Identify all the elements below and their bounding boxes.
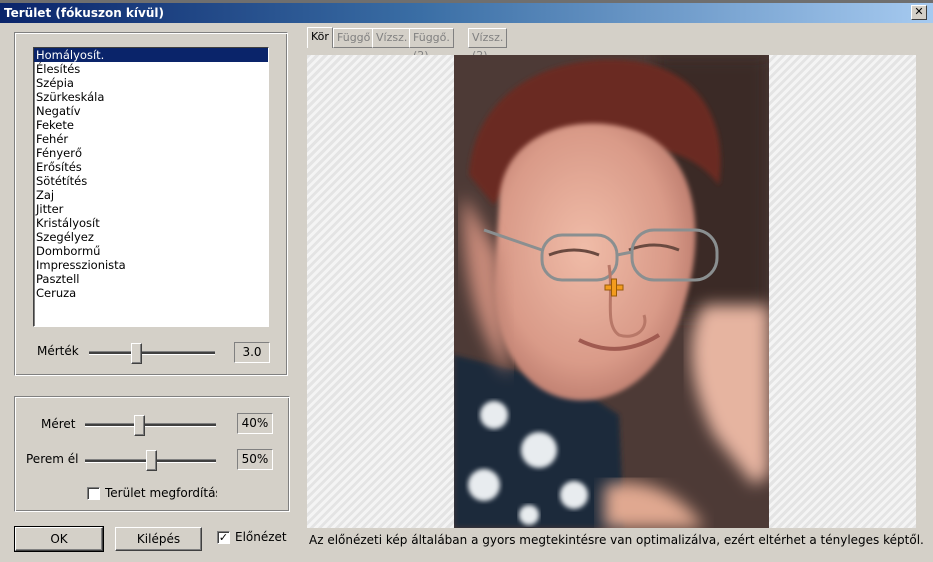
effect-list-item[interactable]: Fekete — [34, 118, 268, 132]
effect-list-item[interactable]: Szegélyez — [34, 230, 268, 244]
tab-vertical-2[interactable]: Függő.(2) — [409, 28, 454, 62]
amount-label: Mérték — [37, 344, 79, 358]
tab-circle[interactable]: Kör — [307, 27, 333, 48]
effect-list-item[interactable]: Szürkeskála — [34, 90, 268, 104]
size-label: Méret — [41, 417, 76, 431]
effect-list-item[interactable]: Kristályosít — [34, 216, 268, 230]
close-icon: ✕ — [914, 5, 924, 18]
edge-value: 50% — [237, 449, 273, 470]
effect-list-item[interactable]: Élesítés — [34, 62, 268, 76]
effect-list-item[interactable]: Erősítés — [34, 160, 268, 174]
effect-list-item[interactable]: Fényerő — [34, 146, 268, 160]
preview-photo — [454, 55, 769, 528]
tab-vertical[interactable]: Függő — [333, 28, 375, 48]
invert-area-label[interactable]: Terület megfordítása — [105, 486, 217, 500]
exit-button[interactable]: Kilépés — [115, 527, 202, 551]
effect-list-item[interactable]: Pasztell — [34, 272, 268, 286]
effect-list-item[interactable]: Homályosít. — [34, 48, 268, 62]
effect-list-item[interactable]: Impresszionista — [34, 258, 268, 272]
effect-list-item[interactable]: Jitter — [34, 202, 268, 216]
effect-list-item[interactable]: Fehér — [34, 132, 268, 146]
portrait-image — [454, 55, 769, 528]
title-bar[interactable]: Terület (fókuszon kívül) ✕ — [0, 3, 933, 23]
effect-list-item[interactable]: Sötétítés — [34, 174, 268, 188]
size-slider-track[interactable] — [85, 423, 216, 427]
preview-note: Az előnézeti kép általában a gyors megte… — [309, 533, 924, 547]
window-title: Terület (fókuszon kívül) — [4, 6, 164, 20]
close-button[interactable]: ✕ — [911, 5, 927, 20]
preview-area[interactable] — [307, 55, 916, 528]
size-slider-thumb[interactable] — [134, 415, 145, 436]
invert-area-checkbox[interactable] — [87, 487, 100, 500]
effect-list-item[interactable]: Ceruza — [34, 286, 268, 300]
effect-list-item[interactable]: Szépia — [34, 76, 268, 90]
tab-horizontal-2[interactable]: Vízsz.(2) — [468, 28, 508, 62]
preview-checkbox-label[interactable]: Előnézet — [235, 530, 287, 544]
edge-label: Perem él — [26, 452, 79, 466]
ok-button[interactable]: OK — [14, 526, 104, 552]
effects-list[interactable]: Homályosít. Élesítés Szépia Szürkeskála Nega… — [33, 47, 269, 327]
size-value: 40% — [237, 413, 273, 434]
tab-horizontal[interactable]: Vízsz. — [372, 28, 412, 48]
preview-checkbox[interactable]: ✓ — [217, 531, 230, 544]
effect-list-item[interactable]: Negatív — [34, 104, 268, 118]
amount-value: 3.0 — [234, 342, 270, 363]
effect-list-item[interactable]: Zaj — [34, 188, 268, 202]
edge-slider-thumb[interactable] — [146, 450, 157, 471]
effect-list-item[interactable]: Dombormű — [34, 244, 268, 258]
amount-slider-thumb[interactable] — [131, 343, 142, 364]
amount-slider-track[interactable] — [89, 351, 215, 355]
